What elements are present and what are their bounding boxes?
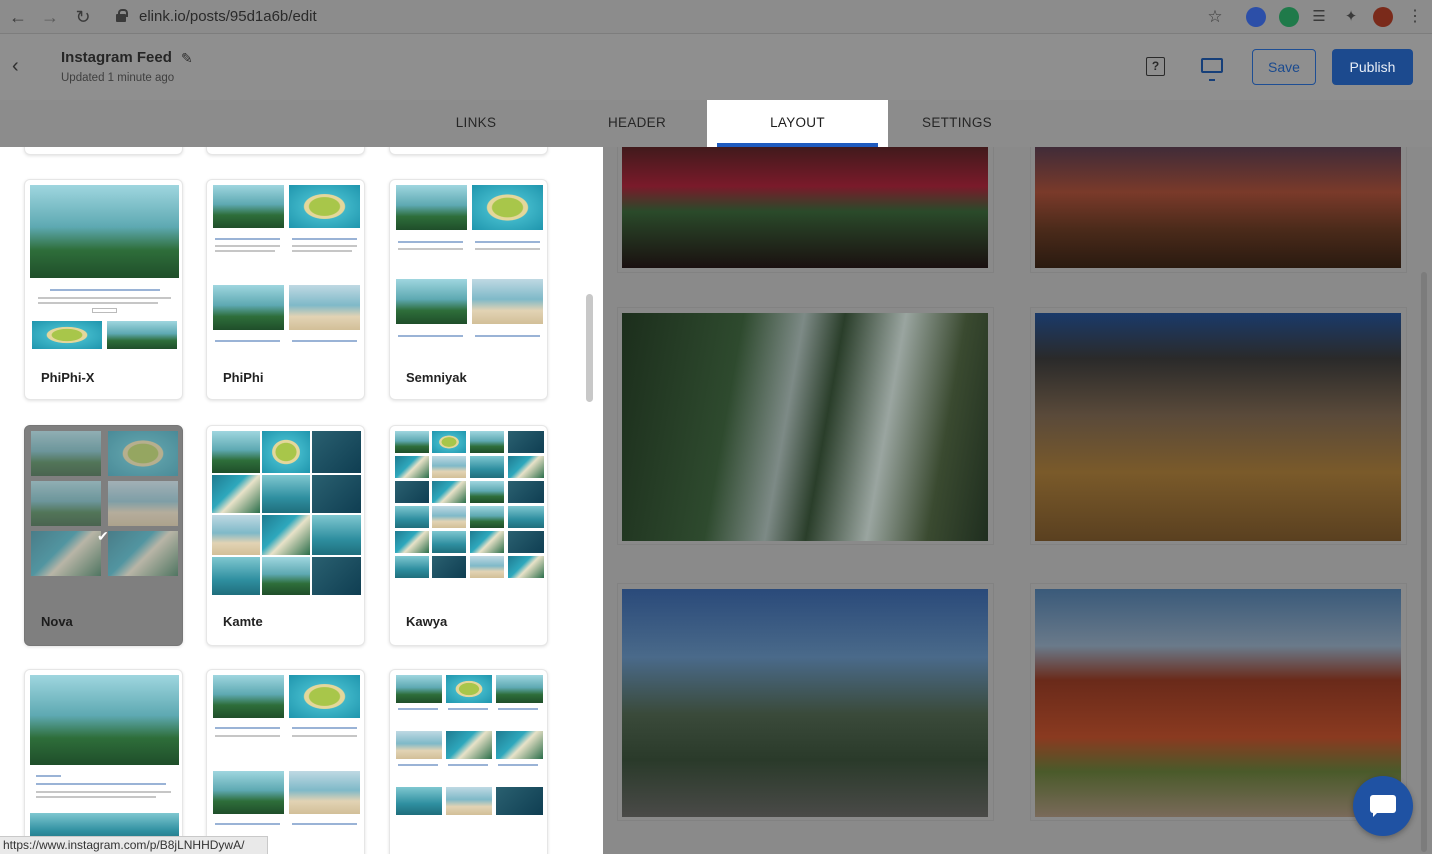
preview-scrollbar[interactable] [1421,272,1427,852]
layout-name: Kamte [223,614,263,629]
updated-timestamp: Updated 1 minute ago [61,72,175,84]
link-status-bar: https://www.instagram.com/p/B8jLNHHDywA/ [0,836,268,854]
layout-panel-scroll-thumb[interactable] [586,294,593,402]
feed-post-tile[interactable] [617,147,994,273]
save-button[interactable]: Save [1252,49,1316,85]
feed-post-image [1035,147,1401,268]
feed-post-tile[interactable] [1030,307,1407,545]
desktop-preview-icon[interactable] [1201,58,1223,81]
layout-card-phiphi[interactable]: PhiPhi [206,179,365,400]
layout-name: Kawya [406,614,448,629]
feed-post-tile[interactable] [1030,583,1407,821]
tab-layout[interactable]: LAYOUT [707,100,888,147]
publish-button[interactable]: Publish [1332,49,1413,85]
layout-thumbnail [30,675,179,839]
selected-check-icon: ✔ [97,528,109,544]
tab-settings[interactable]: SETTINGS [897,100,1017,147]
tab-links[interactable]: LINKS [416,100,536,147]
layout-card-kamte[interactable]: Kamte [206,425,365,646]
feed-preview [603,147,1432,854]
editor-header: ‹ Instagram Feed ✎ Updated 1 minute ago … [0,35,1432,100]
more-menu-icon[interactable]: ⋮ [1404,6,1426,28]
layout-picker-panel: PhiPhi-X PhiPhi Semniyak ✔ Nova Kamte Ka… [0,147,603,854]
profile-avatar[interactable] [1373,7,1393,27]
layout-card[interactable] [24,669,183,854]
back-chevron-icon[interactable]: ‹ [12,55,19,78]
chat-launcher-button[interactable] [1353,776,1413,836]
back-arrow-icon[interactable]: ← [7,6,29,28]
feed-post-tile[interactable] [617,583,994,821]
feed-post-image [622,313,988,541]
layout-card-phiphi-x[interactable]: PhiPhi-X [24,179,183,400]
layout-card[interactable] [389,147,548,155]
feed-post-image [622,589,988,817]
address-bar[interactable]: elink.io/posts/95d1a6b/edit [139,8,317,25]
layout-thumbnail [30,431,179,595]
help-icon[interactable]: ? [1146,57,1165,76]
layout-name: Nova [41,614,73,629]
layout-thumbnail [212,675,361,839]
feed-post-tile[interactable] [1030,147,1407,273]
layout-thumbnail [212,431,361,595]
edit-title-pencil-icon[interactable]: ✎ [181,50,193,67]
layout-panel-scrollbar[interactable] [583,147,597,854]
layout-name: PhiPhi-X [41,370,95,385]
layers-extension-icon[interactable]: ☰ [1308,6,1330,28]
feed-post-tile[interactable] [617,307,994,545]
layout-name: Semniyak [406,370,467,385]
layout-card[interactable] [24,147,183,155]
tab-header[interactable]: HEADER [577,100,697,147]
extension-e-icon[interactable] [1246,7,1266,27]
post-title: Instagram Feed [61,49,172,66]
reload-icon[interactable]: ↻ [72,6,94,28]
forward-arrow-icon[interactable]: → [39,6,61,28]
editor-tabs: LINKS HEADER LAYOUT SETTINGS [0,100,1432,147]
bookmark-star-icon[interactable]: ☆ [1204,6,1226,28]
feed-post-image [1035,589,1401,817]
layout-card-kawya[interactable]: Kawya [389,425,548,646]
chat-bubble-icon [1370,795,1396,817]
browser-toolbar: ← → ↻ elink.io/posts/95d1a6b/edit ☆ ☰ ✦ … [0,0,1432,34]
layout-thumbnail [395,675,544,839]
layout-thumbnail [30,185,179,349]
feed-post-image [1035,313,1401,541]
puzzle-extensions-icon[interactable]: ✦ [1340,6,1362,28]
layout-thumbnail [212,185,361,349]
layout-card-semniyak[interactable]: Semniyak [389,179,548,400]
layout-card-nova[interactable]: ✔ Nova [24,425,183,646]
layout-thumbnail [395,185,544,349]
layout-card[interactable] [206,669,365,854]
layout-thumbnail [395,431,544,595]
lock-icon [116,9,128,22]
feed-post-image [622,147,988,268]
layout-card[interactable] [206,147,365,155]
grammarly-icon[interactable] [1279,7,1299,27]
layout-card[interactable] [389,669,548,854]
layout-name: PhiPhi [223,370,264,385]
